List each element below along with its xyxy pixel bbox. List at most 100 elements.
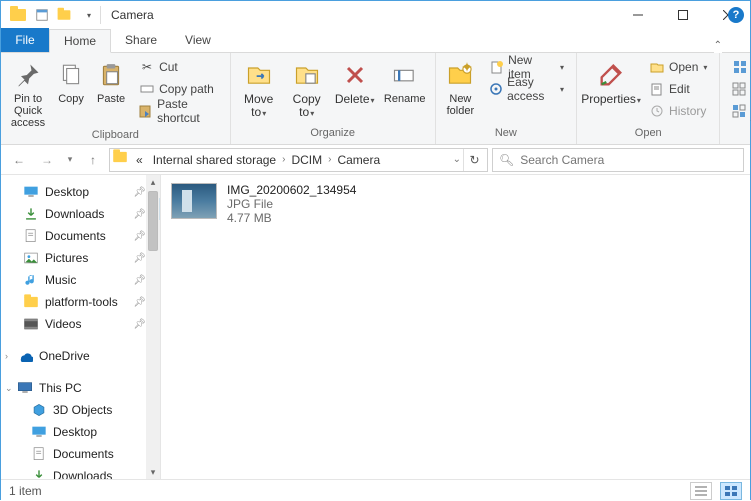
desktop-icon: [31, 424, 47, 440]
nav-item-desktop[interactable]: Desktop📌︎: [1, 181, 160, 203]
scroll-down-icon[interactable]: ▾: [146, 465, 160, 479]
nav-item-pictures[interactable]: Pictures📌︎: [1, 247, 160, 269]
paste-button[interactable]: Paste: [95, 57, 127, 105]
nav-onedrive[interactable]: ›OneDrive: [1, 345, 160, 367]
open-button[interactable]: Open ▾: [645, 57, 711, 77]
help-icon[interactable]: ?: [728, 7, 744, 23]
scroll-thumb[interactable]: [148, 191, 158, 251]
file-item[interactable]: IMG_20200602_134954 JPG File 4.77 MB: [171, 183, 356, 225]
pin-to-quick-access-button[interactable]: Pin to Quick access: [9, 57, 47, 129]
tab-home[interactable]: Home: [49, 29, 111, 53]
invert-selection-button[interactable]: Invert selection: [728, 101, 751, 121]
paste-shortcut-label: Paste shortcut: [157, 97, 218, 125]
breadcrumb-item[interactable]: DCIM: [287, 153, 326, 167]
nav-item-documents[interactable]: Documents: [1, 443, 160, 465]
refresh-button[interactable]: ↻: [463, 149, 485, 171]
rename-icon: [389, 59, 421, 91]
move-to-icon: [243, 59, 275, 91]
paste-shortcut-button[interactable]: Paste shortcut: [135, 101, 222, 121]
qat-new-folder-icon[interactable]: [55, 4, 73, 26]
nav-scrollbar[interactable]: ▴ ▾: [146, 175, 160, 479]
copy-button[interactable]: Copy: [55, 57, 87, 105]
history-button[interactable]: History: [645, 101, 711, 121]
nav-label: Documents: [53, 447, 114, 461]
nav-label: Desktop: [53, 425, 97, 439]
ribbon-tab-row: File Home Share View ? ⌃: [1, 29, 750, 53]
file-thumbnail: [171, 183, 217, 219]
nav-item-videos[interactable]: Videos📌︎: [1, 313, 160, 335]
properties-button[interactable]: Properties▾: [585, 57, 637, 107]
copy-label: Copy: [58, 93, 84, 105]
delete-button[interactable]: Delete▾: [335, 57, 375, 107]
chevron-right-icon[interactable]: ›: [328, 154, 331, 165]
downloads-icon: [23, 206, 39, 222]
search-box[interactable]: 🔍︎: [492, 148, 744, 172]
this-pc-icon: [17, 380, 33, 396]
nav-item-desktop[interactable]: Desktop: [1, 421, 160, 443]
view-details-button[interactable]: [690, 482, 712, 500]
new-folder-label: New folder: [444, 93, 477, 117]
pin-icon: 📌︎: [133, 297, 146, 308]
minimize-button[interactable]: [615, 1, 660, 29]
qat-properties-icon[interactable]: [33, 4, 51, 26]
nav-item-3d-objects[interactable]: 3D Objects: [1, 399, 160, 421]
nav-forward-button[interactable]: →: [35, 148, 59, 172]
copy-path-button[interactable]: Copy path: [135, 79, 222, 99]
breadcrumb-item[interactable]: Internal shared storage: [149, 153, 280, 167]
pin-icon: 📌︎: [133, 187, 146, 198]
cut-button[interactable]: ✂Cut: [135, 57, 222, 77]
search-input[interactable]: [520, 153, 737, 167]
nav-item-downloads[interactable]: Downloads📌︎: [1, 203, 160, 225]
group-label-open: Open: [635, 127, 662, 142]
nav-recent-dropdown[interactable]: ▾: [63, 148, 77, 172]
nav-item-documents[interactable]: Documents📌︎: [1, 225, 160, 247]
breadcrumb-item[interactable]: Camera: [333, 153, 384, 167]
ribbon-group-clipboard: Pin to Quick access Copy Paste ✂Cut Copy…: [1, 53, 231, 144]
edit-label: Edit: [669, 82, 690, 96]
pin-icon: 📌︎: [133, 209, 146, 220]
videos-icon: [23, 316, 39, 332]
tab-view[interactable]: View: [171, 28, 225, 52]
nav-this-pc[interactable]: ⌄This PC: [1, 377, 160, 399]
rename-button[interactable]: Rename: [383, 57, 427, 105]
copy-to-button[interactable]: Copy to▾: [287, 57, 327, 120]
nav-label: 3D Objects: [53, 403, 112, 417]
easy-access-button[interactable]: Easy access ▾: [485, 79, 568, 99]
pictures-icon: [23, 250, 39, 266]
view-tiles-button[interactable]: [720, 482, 742, 500]
folder-icon: [7, 4, 29, 26]
nav-up-button[interactable]: ↑: [81, 148, 105, 172]
nav-item-music[interactable]: Music📌︎: [1, 269, 160, 291]
ribbon-group-select: Select all Select none Invert selection …: [720, 53, 751, 144]
select-none-button[interactable]: Select none: [728, 79, 751, 99]
address-box[interactable]: « Internal shared storage› DCIM› Camera …: [109, 148, 488, 172]
documents-icon: [31, 446, 47, 462]
qat-customize-dropdown[interactable]: ▾: [78, 4, 100, 26]
scroll-up-icon[interactable]: ▴: [146, 175, 160, 189]
maximize-button[interactable]: [660, 1, 705, 29]
rename-label: Rename: [384, 93, 426, 105]
pin-icon: [12, 59, 44, 91]
new-item-button[interactable]: New item ▾: [485, 57, 568, 77]
nav-item-platform-tools[interactable]: platform-tools📌︎: [1, 291, 160, 313]
nav-label: Pictures: [45, 251, 88, 265]
ribbon-group-new: ✦ New folder New item ▾ Easy access ▾ Ne…: [436, 53, 577, 144]
chevron-right-icon[interactable]: ›: [282, 154, 285, 165]
navigation-pane: Desktop📌︎Downloads📌︎Documents📌︎Pictures📌…: [1, 175, 161, 479]
edit-icon: [649, 81, 665, 97]
breadcrumb-prefix[interactable]: «: [132, 153, 147, 167]
tab-share[interactable]: Share: [111, 28, 171, 52]
move-to-button[interactable]: Move to▾: [239, 57, 279, 120]
3d objects-icon: [31, 402, 47, 418]
content-pane[interactable]: IMG_20200602_134954 JPG File 4.77 MB: [161, 175, 750, 479]
new-folder-button[interactable]: ✦ New folder: [444, 57, 477, 117]
tab-file[interactable]: File: [1, 28, 49, 52]
edit-button[interactable]: Edit: [645, 79, 711, 99]
nav-item-downloads[interactable]: Downloads: [1, 465, 160, 479]
pin-icon: 📌︎: [133, 231, 146, 242]
nav-back-button[interactable]: ←: [7, 148, 31, 172]
select-all-button[interactable]: Select all: [728, 57, 751, 77]
move-to-label: Move to: [244, 92, 273, 119]
address-dropdown[interactable]: ⌄: [453, 154, 461, 165]
documents-icon: [23, 228, 39, 244]
